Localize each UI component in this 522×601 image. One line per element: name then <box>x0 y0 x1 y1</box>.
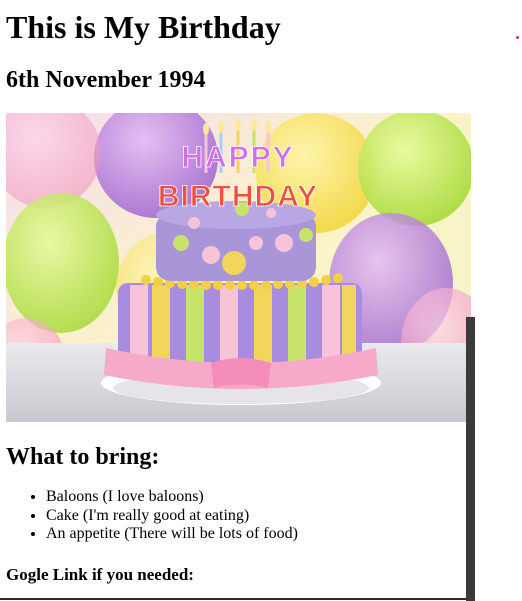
cake-text-birthday: BIRTHDAY <box>158 180 318 213</box>
what-to-bring-heading: What to bring: <box>6 444 160 470</box>
list-item: Cake (I'm really good at eating) <box>46 507 298 526</box>
birthday-cake-image: HAPPY BIRTHDAY <box>6 113 471 422</box>
page: This is My Birthday 6th November 1994 HA… <box>0 0 522 601</box>
accent-dot <box>516 36 519 39</box>
google-link-heading: Gogle Link if you needed: <box>6 565 194 584</box>
page-title: This is My Birthday <box>6 9 281 45</box>
page-bottom-divider <box>0 598 466 600</box>
scrollbar[interactable] <box>466 317 475 601</box>
cake-text-happy: HAPPY <box>181 141 294 174</box>
birthday-date: 6th November 1994 <box>6 67 206 93</box>
bring-list: Baloons (I love baloons) Cake (I'm reall… <box>6 488 298 544</box>
list-item: Baloons (I love baloons) <box>46 488 298 507</box>
list-item: An appetite (There will be lots of food) <box>46 525 298 544</box>
